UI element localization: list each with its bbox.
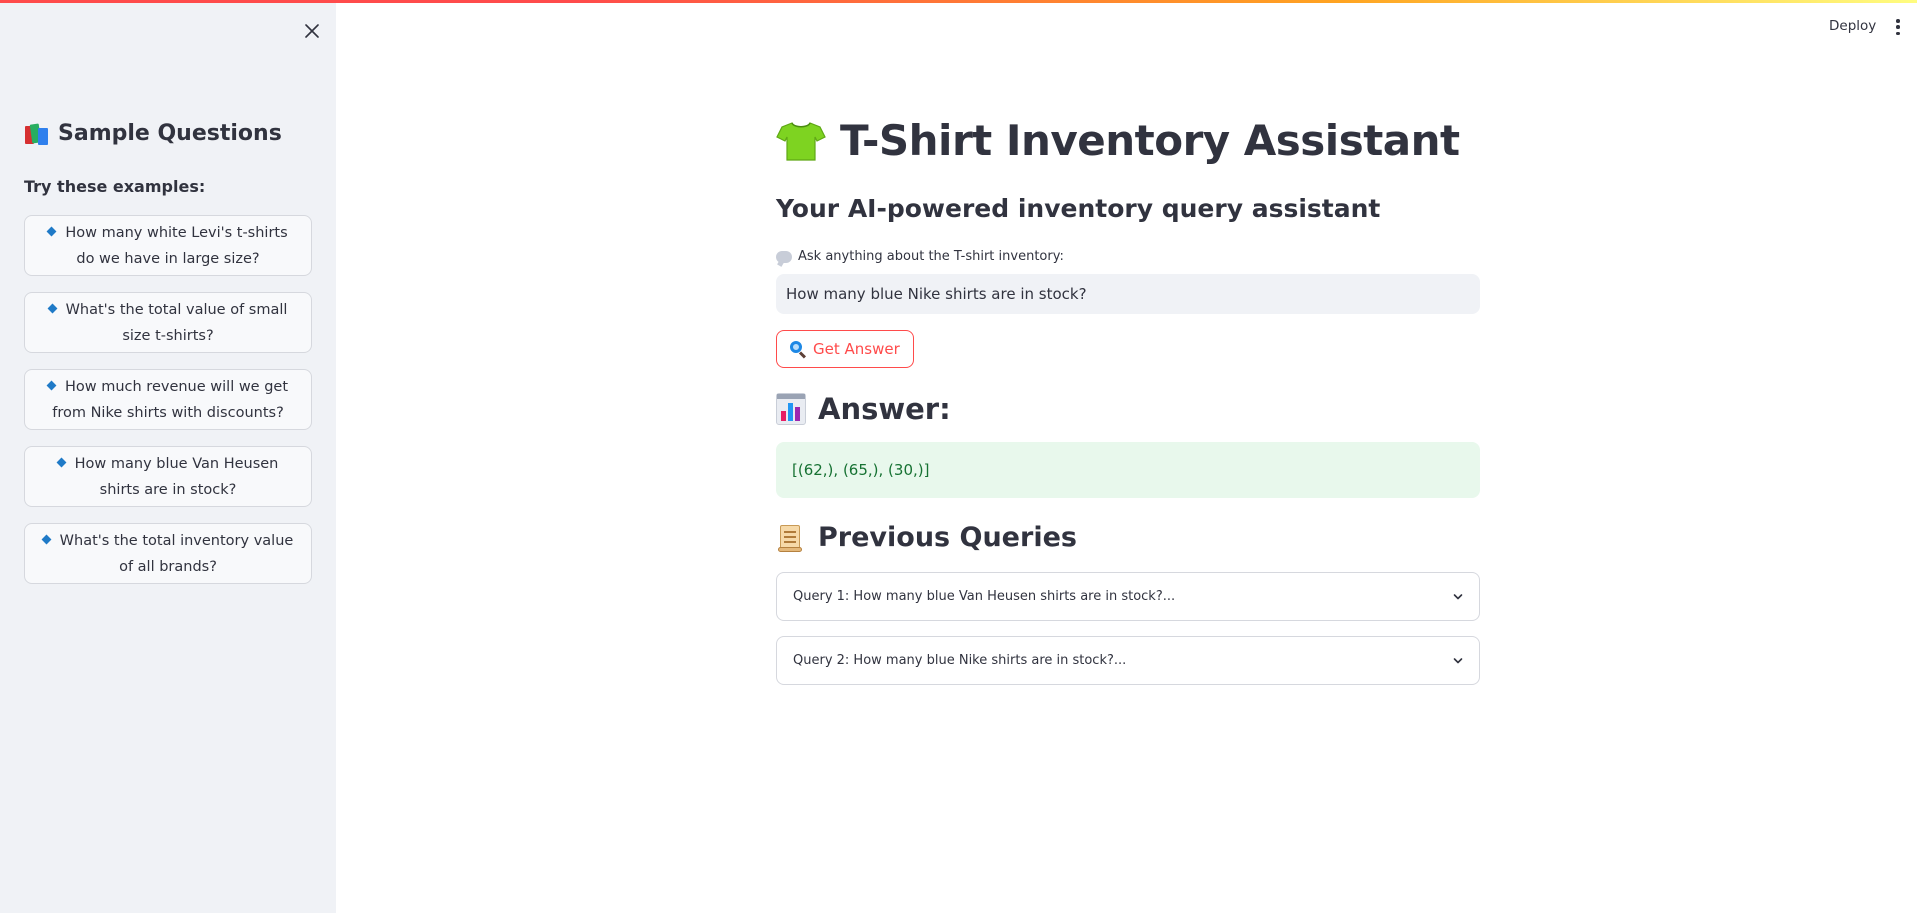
- previous-queries-heading-text: Previous Queries: [818, 522, 1077, 553]
- close-sidebar-button[interactable]: [300, 19, 324, 43]
- get-answer-button[interactable]: Get Answer: [776, 330, 914, 368]
- answer-text: [(62,), (65,), (30,)]: [792, 461, 930, 479]
- scroll-icon: [776, 523, 806, 553]
- sample-question-button[interactable]: How much revenue will we get from Nike s…: [24, 369, 312, 430]
- sample-question-button[interactable]: What's the total inventory value of all …: [24, 523, 312, 584]
- sidebar-title: Sample Questions: [24, 121, 282, 146]
- sample-question-button[interactable]: What's the total value of small size t-s…: [24, 292, 312, 353]
- answer-box: [(62,), (65,), (30,)]: [776, 442, 1480, 498]
- bar-chart-icon: [776, 393, 806, 425]
- books-icon: [24, 122, 50, 146]
- previous-queries-heading: Previous Queries: [776, 522, 1077, 553]
- get-answer-label: Get Answer: [813, 340, 900, 358]
- previous-query-label: Query 2: How many blue Nike shirts are i…: [793, 653, 1127, 668]
- main-menu-button[interactable]: [1892, 17, 1904, 37]
- sidebar-title-text: Sample Questions: [58, 121, 282, 146]
- page-title-text: T-Shirt Inventory Assistant: [840, 116, 1460, 165]
- sidebar-subtitle: Try these examples:: [24, 177, 206, 196]
- answer-heading-text: Answer:: [818, 392, 951, 426]
- diamond-icon: [46, 226, 57, 236]
- sample-question-label: How many blue Van Heusen shirts are in s…: [74, 455, 279, 498]
- sample-question-label: What's the total value of small size t-s…: [65, 301, 288, 344]
- sample-question-label: How much revenue will we get from Nike s…: [52, 378, 289, 421]
- page-title: T-Shirt Inventory Assistant: [776, 116, 1496, 165]
- sample-question-list: How many white Levi's t-shirts do we hav…: [24, 215, 312, 600]
- query-input[interactable]: [776, 274, 1480, 314]
- deploy-button[interactable]: Deploy: [1829, 18, 1876, 34]
- close-icon: [305, 24, 319, 38]
- query-input-label: Ask anything about the T-shirt inventory…: [776, 249, 1064, 264]
- previous-query-expander[interactable]: Query 2: How many blue Nike shirts are i…: [776, 636, 1480, 685]
- page-subtitle: Your AI-powered inventory query assistan…: [776, 194, 1381, 223]
- answer-heading: Answer:: [776, 392, 951, 426]
- chevron-down-icon: [1453, 593, 1463, 599]
- kebab-menu-icon: [1896, 19, 1900, 23]
- previous-query-label: Query 1: How many blue Van Heusen shirts…: [793, 589, 1176, 604]
- sample-question-button[interactable]: How many blue Van Heusen shirts are in s…: [24, 446, 312, 507]
- sample-question-label: How many white Levi's t-shirts do we hav…: [65, 224, 288, 267]
- sample-question-label: What's the total inventory value of all …: [59, 532, 294, 575]
- sidebar: Sample Questions Try these examples: How…: [0, 3, 336, 913]
- diamond-icon: [56, 457, 67, 467]
- speech-bubble-icon: [776, 250, 792, 263]
- diamond-icon: [46, 380, 57, 390]
- previous-query-expander[interactable]: Query 1: How many blue Van Heusen shirts…: [776, 572, 1480, 621]
- tshirt-icon: [776, 121, 826, 161]
- query-input-label-text: Ask anything about the T-shirt inventory…: [798, 249, 1064, 264]
- magnifier-icon: [790, 341, 807, 359]
- diamond-icon: [41, 534, 52, 544]
- diamond-icon: [47, 303, 58, 313]
- sample-question-button[interactable]: How many white Levi's t-shirts do we hav…: [24, 215, 312, 276]
- chevron-down-icon: [1453, 657, 1463, 663]
